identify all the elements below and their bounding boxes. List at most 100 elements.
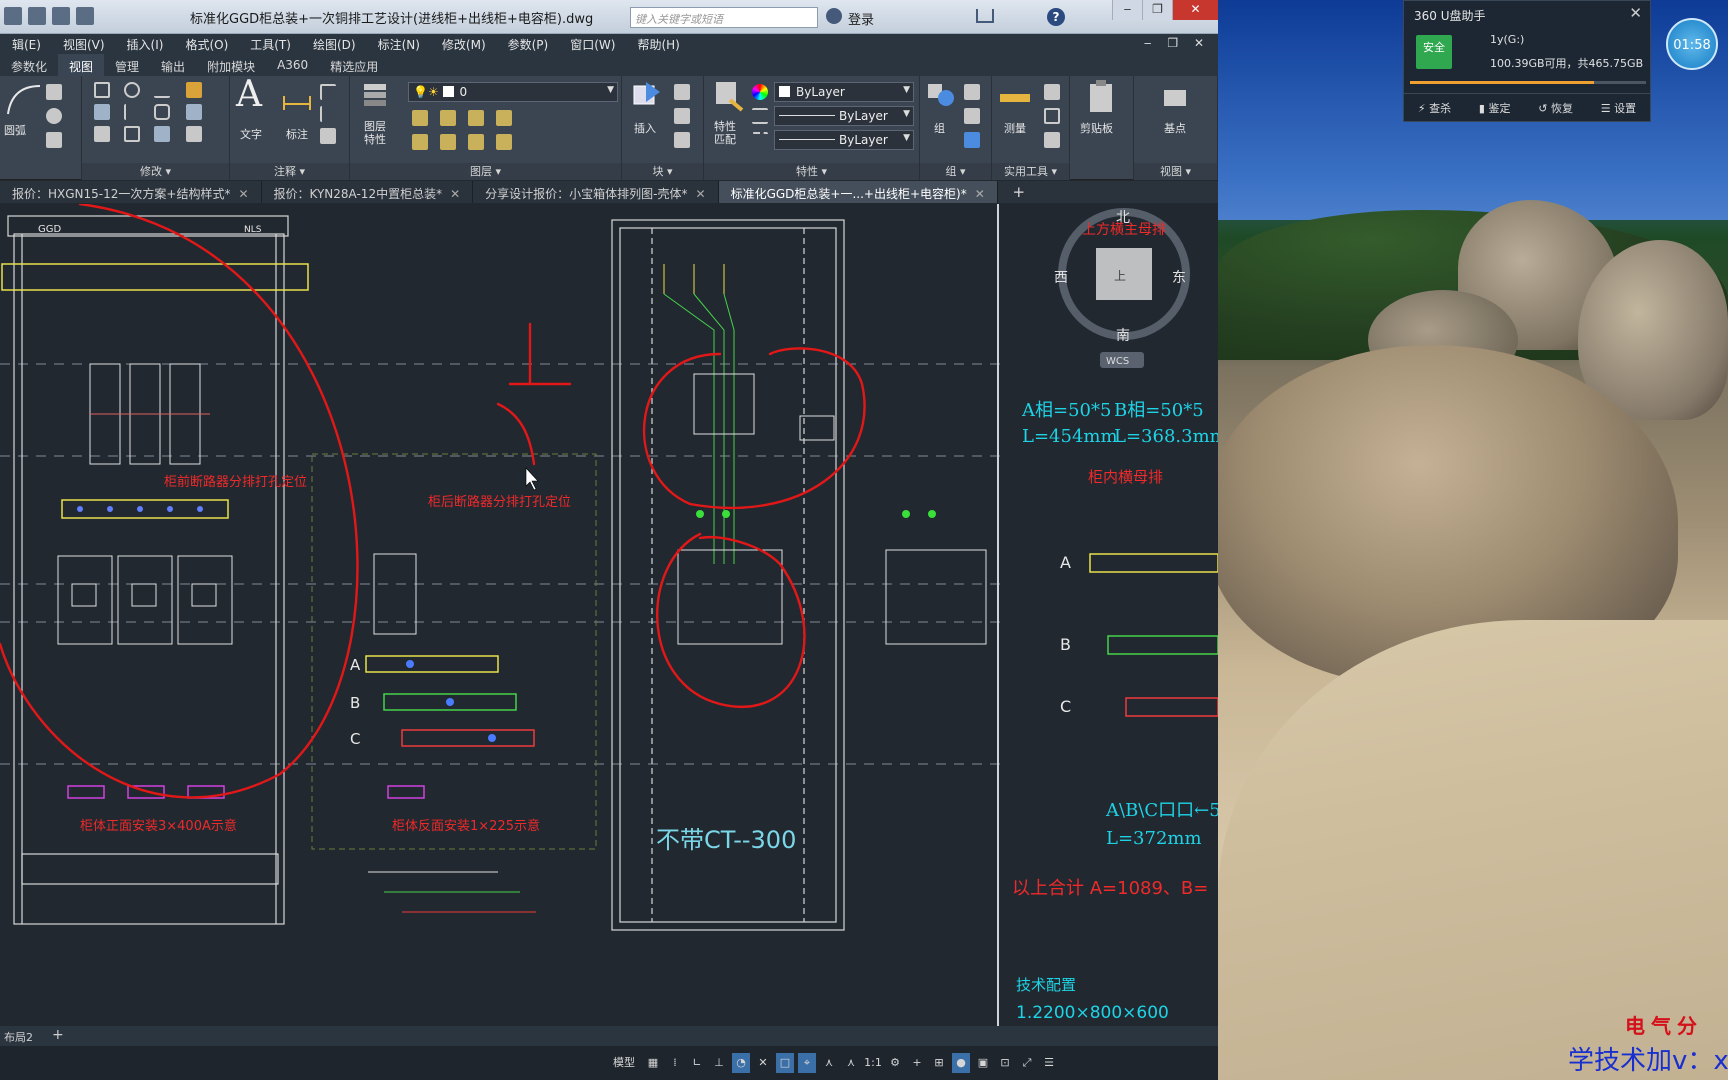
annotation-visibility-icon[interactable]: ⋏	[820, 1053, 838, 1073]
measure-icon[interactable]	[998, 82, 1032, 112]
document-window-controls[interactable]: ‒ ❐ ✕	[1144, 36, 1210, 50]
table-icon[interactable]	[320, 128, 336, 144]
doc-tab-hxgn15[interactable]: 报价：HXGN15-12一次方案+结构样式* ✕	[0, 181, 262, 203]
layout-tab-2[interactable]: 布局2	[4, 1029, 33, 1045]
menu-item-insert[interactable]: 插入(I)	[115, 34, 174, 54]
layer-properties-icon[interactable]	[360, 80, 390, 110]
doc-tab-ggd[interactable]: 标准化GGD柜总装+一...+出线柜+电容柜)* ✕	[718, 181, 998, 203]
array-icon[interactable]	[154, 126, 170, 142]
annotation-scale[interactable]: 1:1	[864, 1053, 882, 1073]
id-point-icon[interactable]	[1044, 108, 1060, 124]
layer-combo[interactable]: 💡☀ 0 ▼	[408, 82, 618, 102]
edit-block-icon[interactable]	[674, 108, 690, 124]
ribbon-tab-featured-apps[interactable]: 精选应用	[319, 54, 389, 76]
plus-icon[interactable]: +	[908, 1053, 926, 1073]
menu-item-edit[interactable]: 辑(E)	[0, 34, 51, 54]
dimension-icon[interactable]	[282, 82, 312, 112]
floating-clock[interactable]: 01:58	[1666, 18, 1718, 70]
maximize-button[interactable]: ❐	[1142, 0, 1172, 20]
save-icon[interactable]	[4, 7, 22, 25]
color-wheel-icon[interactable]	[752, 84, 768, 100]
snap-icon[interactable]: ⁞	[666, 1053, 684, 1073]
move-icon[interactable]	[94, 82, 110, 98]
insert-block-icon[interactable]	[630, 80, 664, 110]
layer-state-icon[interactable]	[412, 110, 428, 126]
paste-icon[interactable]	[1086, 80, 1116, 114]
customize-menu-icon[interactable]: ☰	[1040, 1053, 1058, 1073]
explode-icon[interactable]	[186, 104, 202, 120]
fullscreen-icon[interactable]: ⤢	[1018, 1053, 1036, 1073]
lineweight-icon[interactable]	[752, 108, 768, 124]
menu-item-modify[interactable]: 修改(M)	[430, 34, 496, 54]
panel-properties-title[interactable]: 特性 ▾	[704, 163, 919, 180]
close-button[interactable]: ✕	[1172, 0, 1218, 20]
layer-match-icon[interactable]	[412, 134, 428, 150]
close-tab-icon[interactable]: ✕	[696, 187, 706, 201]
quick-select-icon[interactable]	[1044, 84, 1060, 100]
user-icon[interactable]	[826, 8, 842, 24]
ribbon-tab-parametric[interactable]: 参数化	[0, 54, 58, 76]
linetype-combo[interactable]: ByLayer ▼	[774, 130, 914, 150]
workspace-gear-icon[interactable]: ⚙	[886, 1053, 904, 1073]
menu-item-dimension[interactable]: 标注(N)	[366, 34, 430, 54]
layer-off-icon[interactable]	[496, 110, 512, 126]
search-input[interactable]: 键入关键字或短语	[630, 7, 818, 28]
close-tab-icon[interactable]: ✕	[450, 187, 460, 201]
usb-scan-button[interactable]: ⚡ 查杀	[1418, 100, 1451, 116]
menu-item-format[interactable]: 格式(O)	[173, 34, 238, 54]
group-edit-icon[interactable]	[964, 108, 980, 124]
calculator-icon[interactable]	[1044, 132, 1060, 148]
rotate-icon[interactable]	[124, 82, 140, 98]
layer-unlock-icon[interactable]	[496, 134, 512, 150]
group-icon[interactable]	[926, 80, 956, 110]
menu-item-parametric[interactable]: 参数(P)	[496, 34, 559, 54]
dynamic-ucs-icon[interactable]: ⌖	[798, 1053, 816, 1073]
panel-groups-title[interactable]: 组 ▾	[920, 163, 991, 180]
panel-block-title[interactable]: 块 ▾	[622, 163, 703, 180]
offset-icon[interactable]	[186, 126, 202, 142]
redo-icon[interactable]	[76, 7, 94, 25]
usb-restore-button[interactable]: ↺ 恢复	[1538, 100, 1573, 116]
base-point-icon[interactable]	[1160, 82, 1190, 112]
match-properties-icon[interactable]	[712, 78, 746, 112]
text-icon[interactable]: A	[236, 74, 262, 115]
undo-icon[interactable]	[52, 7, 70, 25]
cart-icon[interactable]	[976, 9, 994, 23]
arc-icon[interactable]	[4, 80, 44, 120]
lineweight-combo[interactable]: ByLayer ▼	[774, 106, 914, 126]
ribbon-tab-output[interactable]: 输出	[150, 54, 196, 76]
auto-scale-icon[interactable]: ⋏	[842, 1053, 860, 1073]
lock-ui-icon[interactable]: ▣	[974, 1053, 992, 1073]
erase-icon[interactable]	[186, 82, 202, 98]
usb-helper-close-icon[interactable]: ✕	[1629, 4, 1642, 22]
help-icon[interactable]: ?	[1047, 8, 1065, 26]
layer-freeze-icon[interactable]	[468, 110, 484, 126]
stretch-icon[interactable]	[94, 126, 110, 142]
usb-verify-button[interactable]: ▮ 鉴定	[1479, 100, 1511, 116]
minimize-button[interactable]: ‒	[1112, 0, 1142, 20]
attribute-icon[interactable]	[674, 132, 690, 148]
layer-isolate-icon[interactable]	[440, 110, 456, 126]
linetype-icon[interactable]	[752, 132, 768, 148]
login-button[interactable]: 登录	[848, 9, 874, 28]
leader-icon[interactable]	[320, 84, 336, 100]
close-tab-icon[interactable]: ✕	[975, 187, 985, 201]
rectangle-icon[interactable]	[46, 84, 62, 100]
add-layout-button[interactable]: +	[52, 1027, 64, 1043]
panel-view-title[interactable]: 视图 ▾	[1134, 163, 1217, 180]
polar-icon[interactable]: ◔	[732, 1053, 750, 1073]
hatch-icon[interactable]	[46, 108, 62, 124]
create-block-icon[interactable]	[674, 84, 690, 100]
panel-annotation-title[interactable]: 注释 ▾	[230, 163, 349, 180]
ribbon-tab-a360[interactable]: A360	[266, 54, 319, 76]
usb-settings-button[interactable]: ☰ 设置	[1601, 100, 1636, 116]
drawing-canvas[interactable]: GGD NLS 柜前断路器分排打孔定位 柜体正面安装3×400A示意 A B C…	[0, 204, 1218, 1026]
panel-utilities-title[interactable]: 实用工具 ▾	[992, 163, 1069, 180]
multileader-icon[interactable]	[320, 106, 336, 122]
menu-item-view[interactable]: 视图(V)	[51, 34, 115, 54]
doc-tab-xiaobao[interactable]: 分享设计报价：小宝箱体排列图-壳体* ✕	[473, 181, 719, 203]
region-icon[interactable]	[46, 132, 62, 148]
ribbon-tab-manage[interactable]: 管理	[104, 54, 150, 76]
close-tab-icon[interactable]: ✕	[238, 187, 248, 201]
menu-item-help[interactable]: 帮助(H)	[625, 34, 689, 54]
